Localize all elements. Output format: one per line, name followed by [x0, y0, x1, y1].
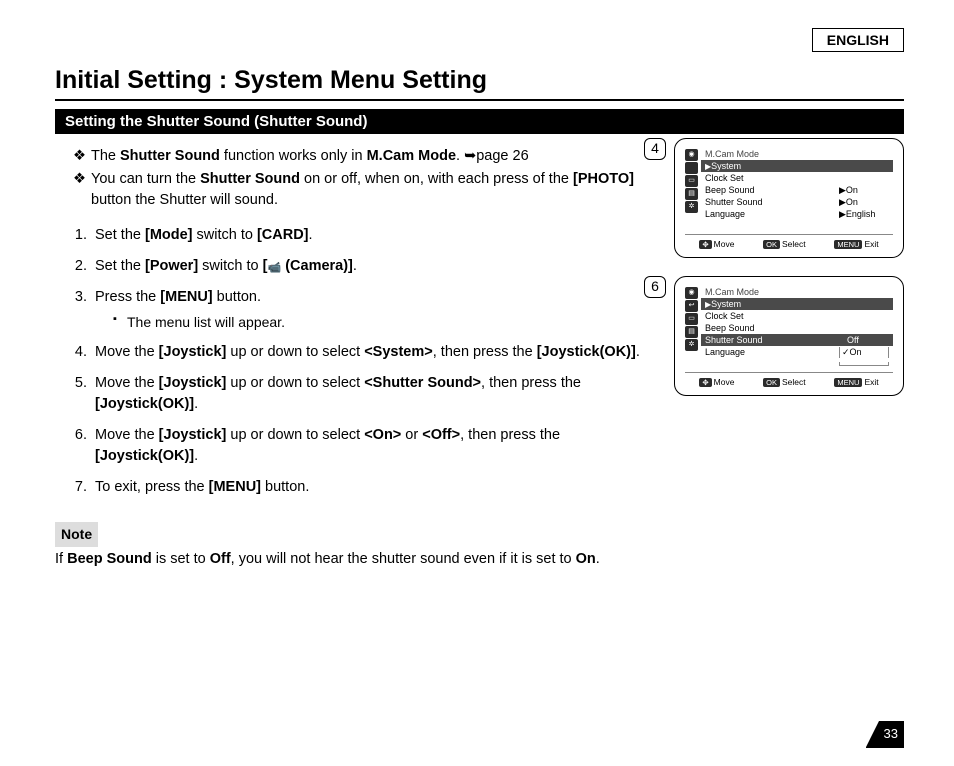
- figure-6-number: 6: [644, 276, 666, 298]
- settings-icon: ✲: [685, 201, 698, 213]
- menu-key-icon: MENU: [834, 378, 862, 387]
- step-3-sub: The menu list will appear.: [113, 312, 662, 332]
- screen-4-row-beep: Beep Sound▶On: [701, 184, 893, 196]
- screen-6-back-row: ▶System: [701, 298, 893, 310]
- step-3: Press the [MENU] button. The menu list w…: [91, 287, 662, 332]
- screen-6-row-clock: Clock Set: [701, 310, 893, 322]
- screen-4-row-system: ▶System: [701, 160, 893, 172]
- screen-4-hint-bar: ✥Move OKSelect MENUExit: [685, 234, 893, 249]
- page-number: 33: [866, 721, 904, 748]
- screen-4: ◉ ▭ ▤ ✲ M.Cam Mode ▶System Clock Set Bee…: [674, 138, 904, 258]
- page-title: Initial Setting : System Menu Setting: [55, 66, 904, 101]
- screen-4-title: M.Cam Mode: [701, 149, 893, 160]
- figure-4: 4 ◉ ▭ ▤ ✲ M.Cam Mode ▶System: [674, 138, 904, 258]
- screen-4-row-language: Language▶English: [701, 208, 893, 220]
- note-label: Note: [55, 522, 98, 546]
- intro-bullet-2: You can turn the Shutter Sound on or off…: [73, 169, 662, 211]
- tape-icon: ▭: [685, 175, 698, 187]
- camera-icon: 📹: [267, 262, 281, 274]
- screen-6-row-shutter: Shutter SoundOff: [701, 334, 893, 346]
- step-2: Set the [Power] switch to [📹 (Camera)].: [91, 256, 662, 277]
- screen-6-title: M.Cam Mode: [701, 287, 893, 298]
- back-icon: ↩: [685, 300, 698, 312]
- blank-icon: [685, 162, 698, 174]
- menu-key-icon: MENU: [834, 240, 862, 249]
- screen-6-row-beep: Beep Sound: [701, 322, 893, 334]
- camera-mode-icon: ◉: [685, 287, 698, 299]
- screen-4-row-clock: Clock Set: [701, 172, 893, 184]
- screen-6: ◉ ↩ ▭ ▤ ✲ M.Cam Mode ▶System Clock Set B…: [674, 276, 904, 396]
- ok-key-icon: OK: [763, 240, 780, 249]
- screen-4-row-shutter: Shutter Sound▶On: [701, 196, 893, 208]
- steps-list: Set the [Mode] switch to [CARD]. Set the…: [55, 225, 662, 498]
- step-6: Move the [Joystick] up or down to select…: [91, 425, 662, 467]
- screen-4-sidebar-icons: ◉ ▭ ▤ ✲: [685, 149, 701, 232]
- step-4: Move the [Joystick] up or down to select…: [91, 342, 662, 363]
- camera-mode-icon: ◉: [685, 149, 698, 161]
- screen-6-row-language: Language✓On: [701, 346, 893, 358]
- settings-icon: ✲: [685, 339, 698, 351]
- screen-6-sidebar-icons: ◉ ↩ ▭ ▤ ✲: [685, 287, 701, 370]
- ok-key-icon: OK: [763, 378, 780, 387]
- screen-6-hint-bar: ✥Move OKSelect MENUExit: [685, 372, 893, 387]
- figure-4-number: 4: [644, 138, 666, 160]
- move-key-icon: ✥: [699, 240, 711, 249]
- intro-bullet-1: The Shutter Sound function works only in…: [73, 146, 662, 167]
- move-key-icon: ✥: [699, 378, 711, 387]
- tape-icon: ▭: [685, 313, 698, 325]
- memory-icon: ▤: [685, 326, 698, 338]
- note-text: If Beep Sound is set to Off, you will no…: [55, 549, 662, 570]
- step-7: To exit, press the [MENU] button.: [91, 477, 662, 498]
- memory-icon: ▤: [685, 188, 698, 200]
- section-heading: Setting the Shutter Sound (Shutter Sound…: [55, 109, 904, 134]
- step-5: Move the [Joystick] up or down to select…: [91, 373, 662, 415]
- figure-6: 6 ◉ ↩ ▭ ▤ ✲ M.Cam Mode ▶System: [674, 276, 904, 396]
- language-tag: ENGLISH: [812, 28, 904, 52]
- check-icon: ✓: [842, 347, 850, 357]
- body-text: The Shutter Sound function works only in…: [55, 144, 662, 570]
- step-1: Set the [Mode] switch to [CARD].: [91, 225, 662, 246]
